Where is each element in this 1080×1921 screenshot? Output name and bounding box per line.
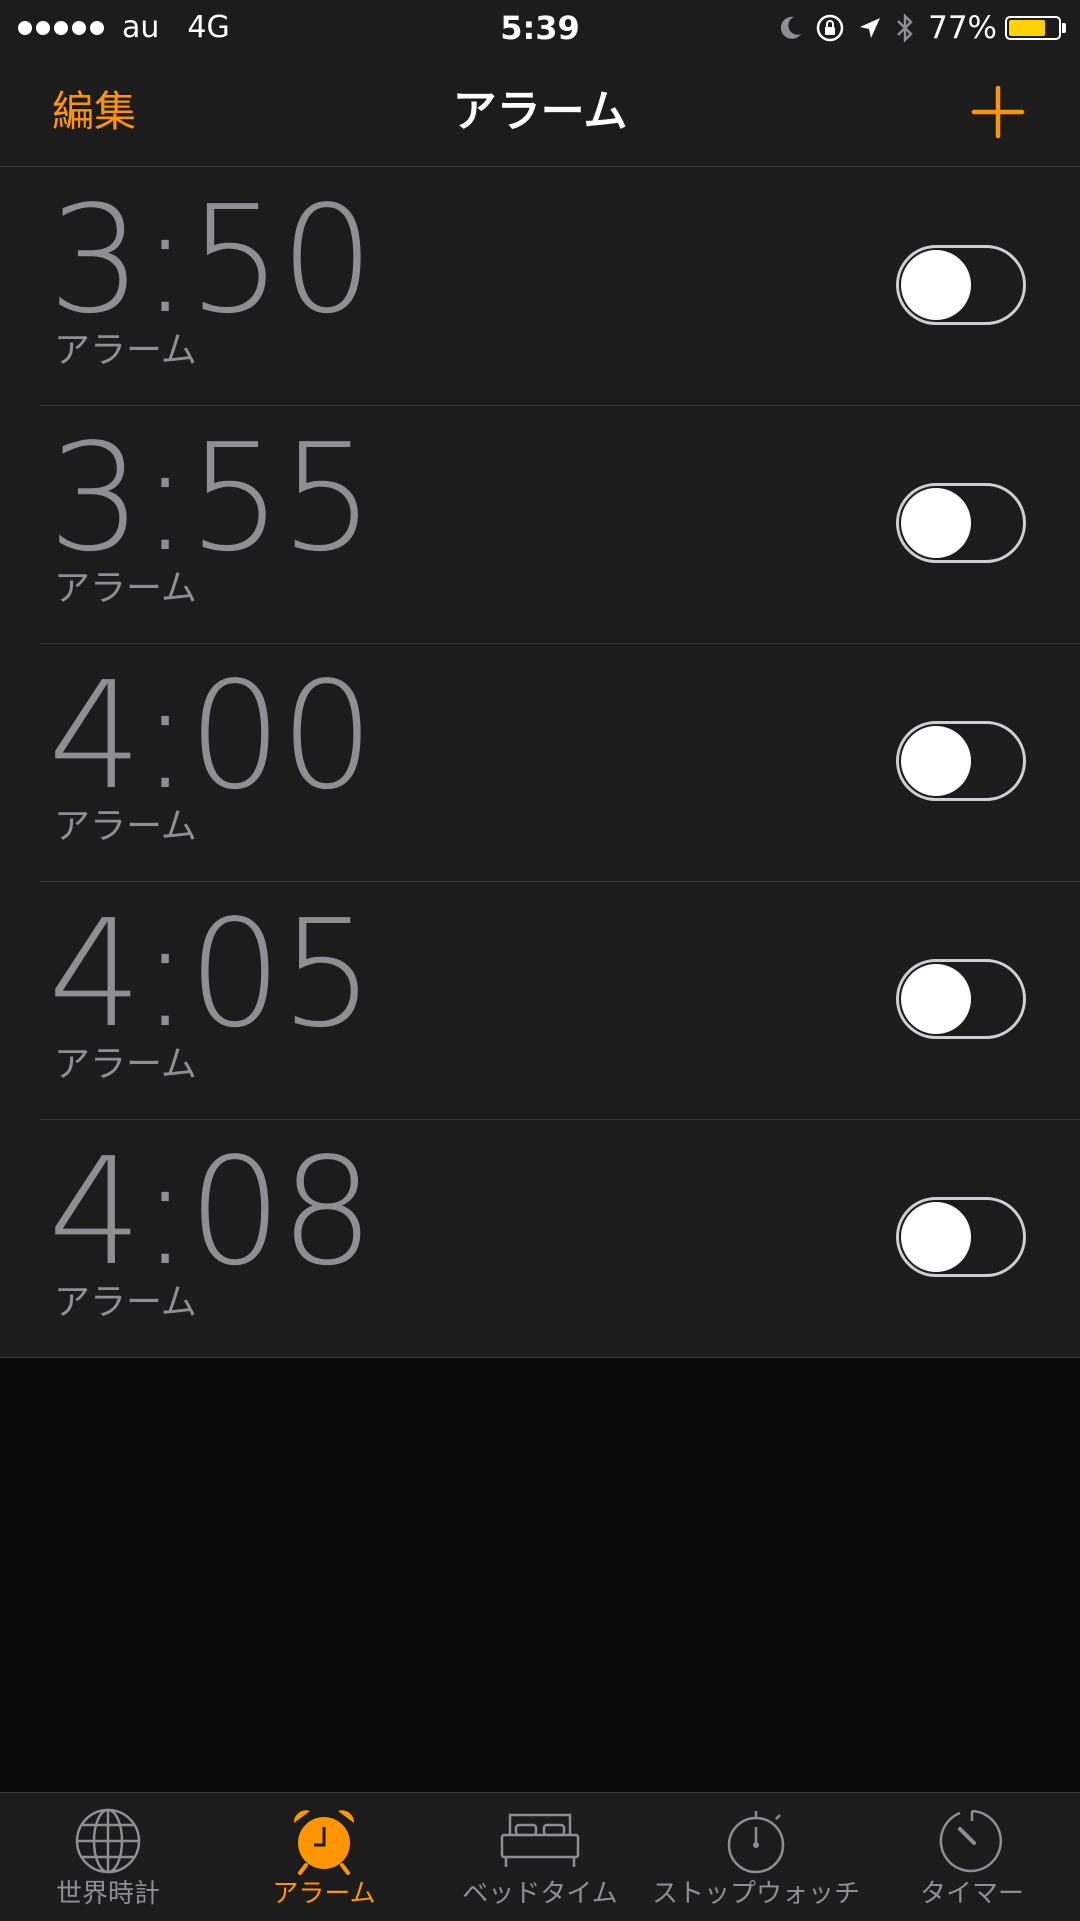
alarm-label: アラーム: [54, 806, 197, 847]
globe-icon: [75, 1808, 141, 1874]
alarm-label: アラーム: [54, 1282, 197, 1323]
bluetooth-icon: [897, 13, 913, 43]
alarm-label: アラーム: [54, 1044, 197, 1085]
alarm-list: 3:50 アラーム 3:55 アラーム 4:00 アラーム 4:05 アラーム …: [0, 167, 1080, 1358]
location-arrow-icon: [860, 18, 881, 38]
do-not-disturb-moon-icon: [781, 16, 802, 39]
plus-icon[interactable]: [968, 82, 1028, 142]
tab-world-clock[interactable]: 世界時計: [0, 1793, 216, 1921]
tab-alarm[interactable]: アラーム: [216, 1793, 432, 1921]
alarm-clock-icon: [293, 1810, 355, 1875]
tab-label: タイマー: [919, 1879, 1024, 1909]
status-right: 77%: [766, 8, 1066, 48]
alarm-row[interactable]: 3:50 アラーム: [0, 167, 1080, 405]
bed-icon: [500, 1813, 580, 1867]
alarm-toggle[interactable]: [896, 245, 1026, 325]
tab-label: ベッドタイム: [462, 1879, 618, 1909]
alarm-time: 3:50: [48, 174, 374, 346]
toggle-knob: [901, 726, 971, 796]
stopwatch-icon: [727, 1811, 785, 1874]
navigation-bar: 編集 アラーム: [0, 56, 1080, 167]
tab-bedtime[interactable]: ベッドタイム: [432, 1793, 648, 1921]
alarm-row[interactable]: 3:55 アラーム: [0, 405, 1080, 643]
page-title: アラーム: [452, 86, 628, 137]
alarm-time: 4:05: [48, 888, 374, 1060]
alarm-label: アラーム: [54, 330, 197, 371]
rotation-lock-icon: [816, 14, 844, 42]
tab-label: アラーム: [272, 1879, 376, 1909]
tab-label: 世界時計: [55, 1879, 160, 1909]
alarm-time: 4:00: [48, 650, 374, 822]
alarm-label: アラーム: [54, 568, 197, 609]
tab-stopwatch[interactable]: ストップウォッチ: [648, 1793, 864, 1921]
alarm-toggle[interactable]: [896, 959, 1026, 1039]
tab-label: ストップウォッチ: [651, 1879, 860, 1909]
timer-icon: [939, 1809, 1003, 1873]
toggle-knob: [901, 250, 971, 320]
alarm-time: 3:55: [48, 412, 374, 584]
toggle-knob: [901, 1202, 971, 1272]
status-bar: au 4G 5:39 77%: [0, 0, 1080, 56]
alarm-row[interactable]: 4:00 アラーム: [0, 643, 1080, 881]
toggle-knob: [901, 488, 971, 558]
alarm-time: 4:08: [48, 1126, 374, 1298]
tab-timer[interactable]: タイマー: [864, 1793, 1080, 1921]
alarm-toggle[interactable]: [896, 721, 1026, 801]
toggle-knob: [901, 964, 971, 1034]
alarm-toggle[interactable]: [896, 1197, 1026, 1277]
battery-percent: 77%: [928, 10, 997, 46]
alarm-row[interactable]: 4:05 アラーム: [0, 881, 1080, 1119]
alarm-toggle[interactable]: [896, 483, 1026, 563]
alarm-row[interactable]: 4:08 アラーム: [0, 1119, 1080, 1357]
battery-icon: [1005, 16, 1061, 40]
tab-bar: 世界時計 アラーム ベッドタイム ストップウォッチ タイマー: [0, 1792, 1080, 1921]
